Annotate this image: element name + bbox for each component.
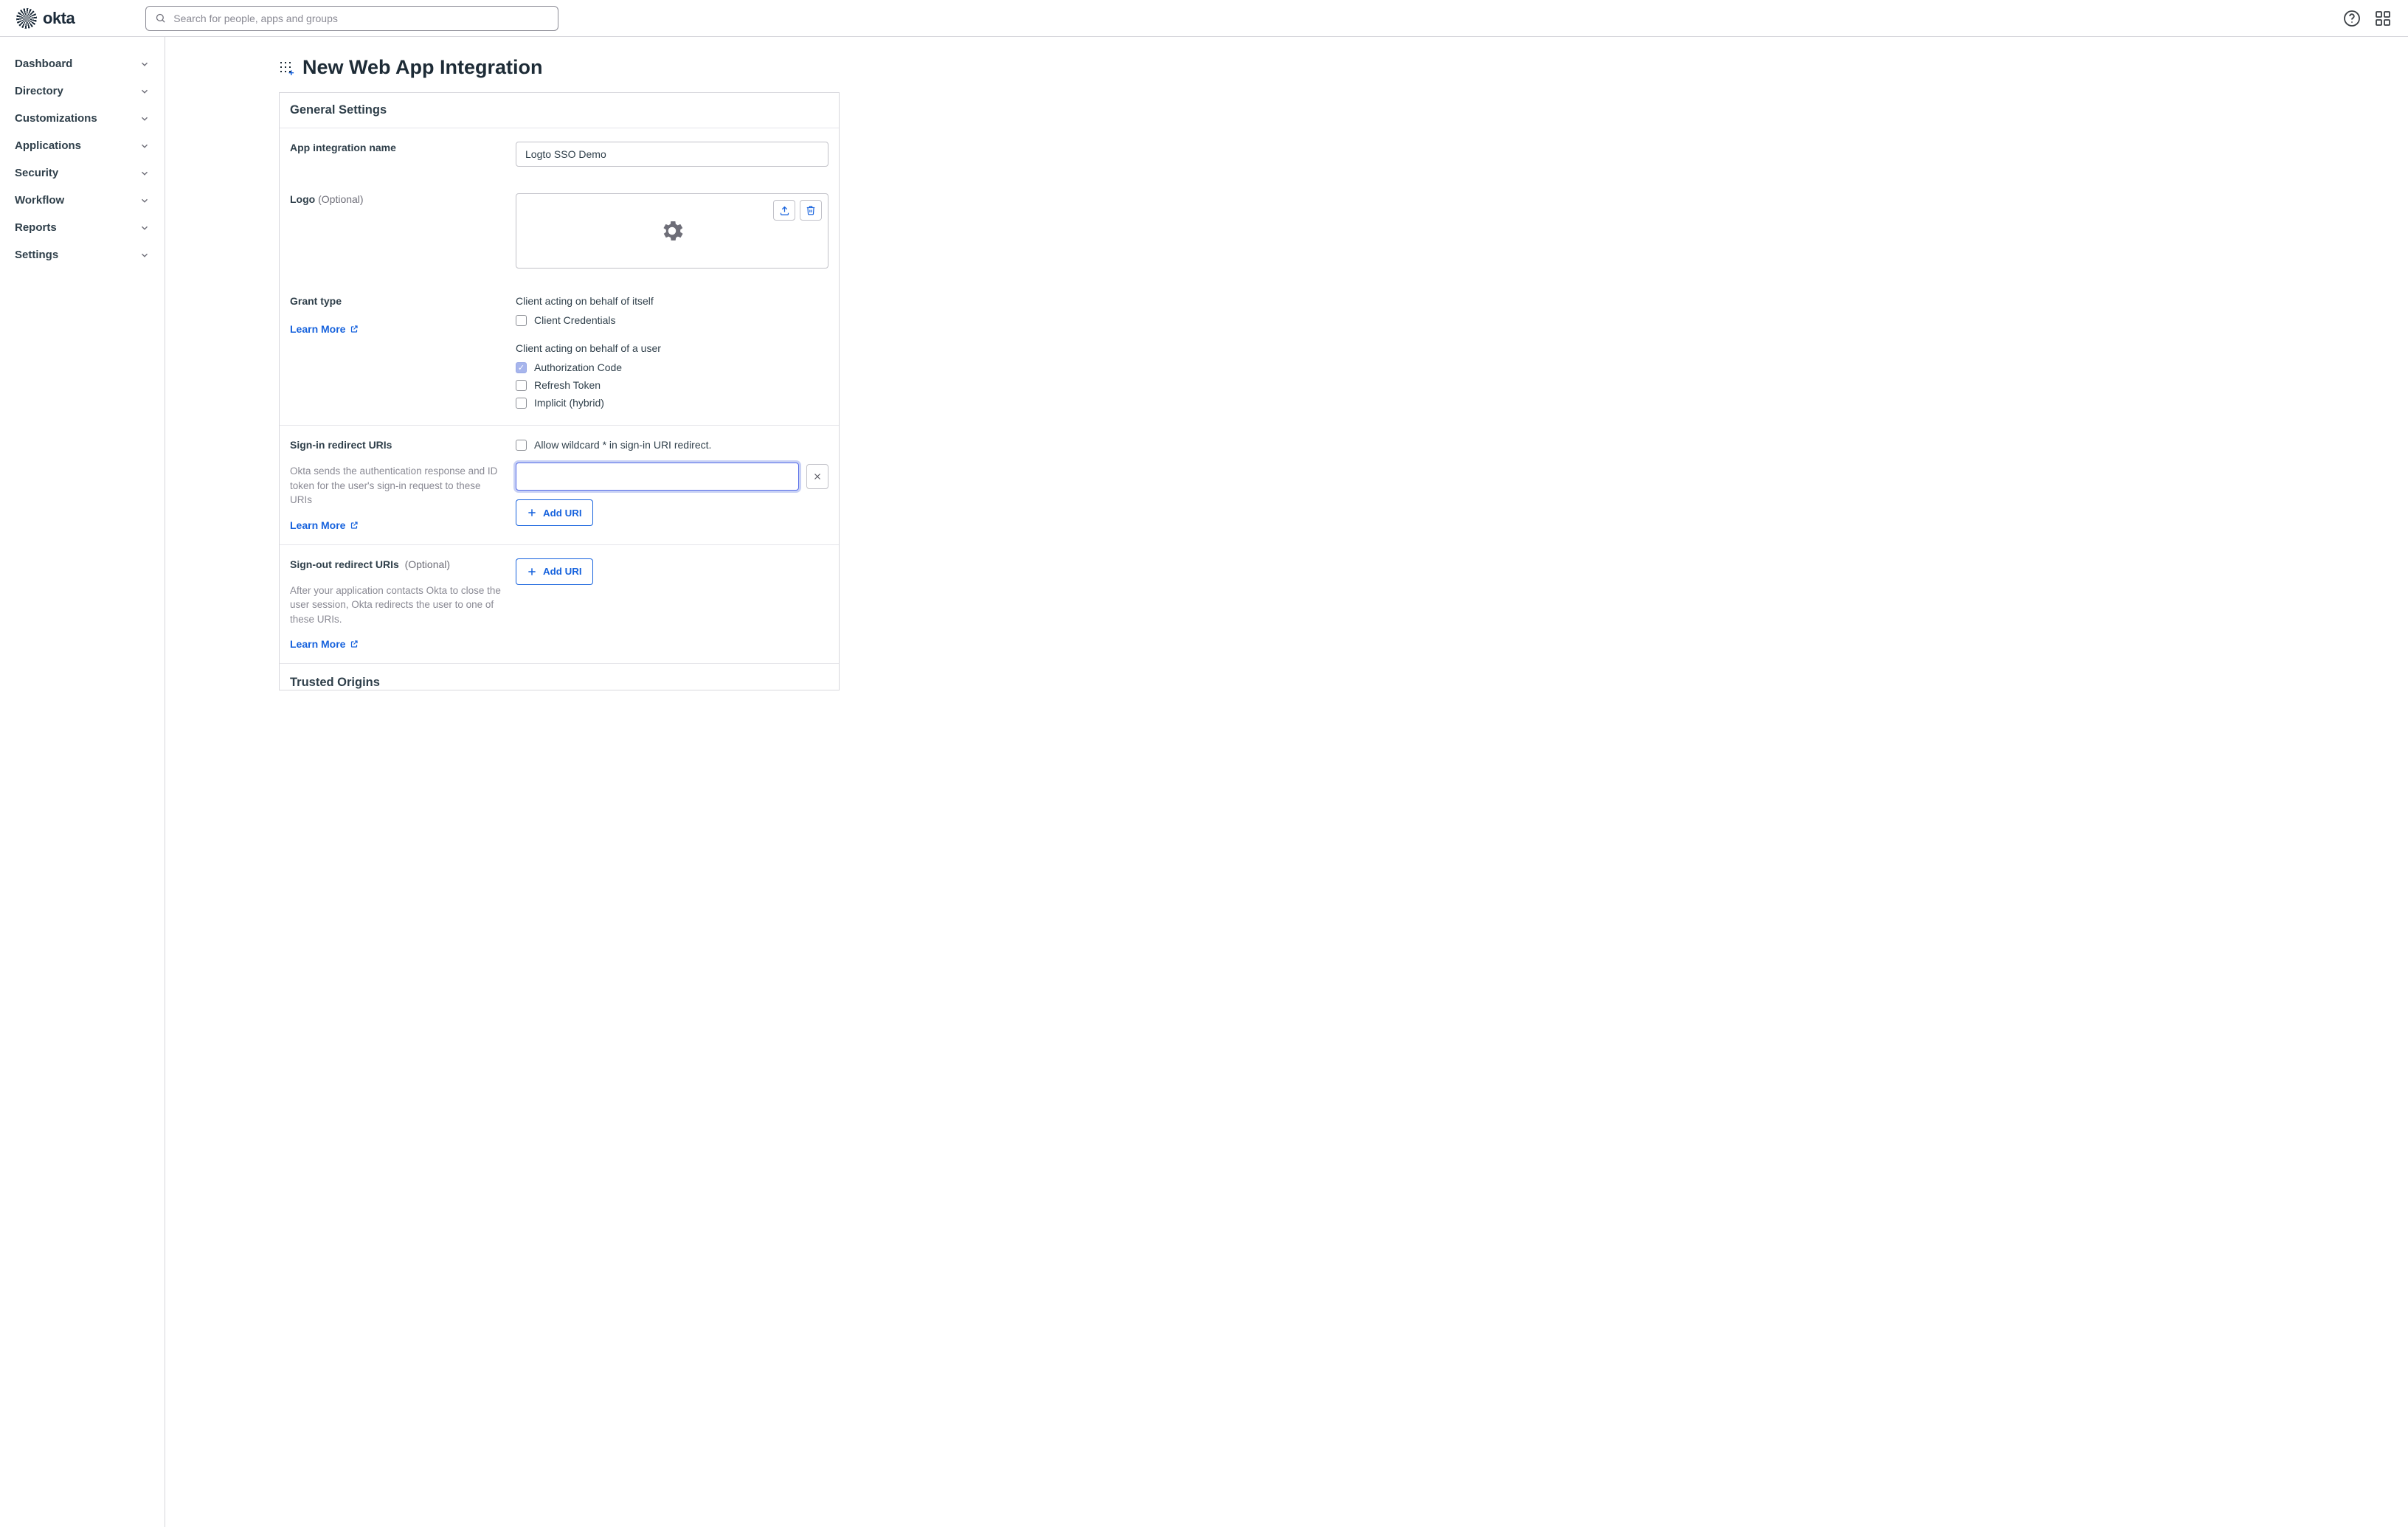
sidebar-item-label: Reports (15, 221, 57, 234)
checkbox-icon (516, 380, 527, 391)
help-icon (2343, 10, 2361, 27)
gear-icon (659, 218, 685, 244)
sidebar-item-label: Security (15, 167, 58, 179)
chevron-down-icon (139, 141, 150, 151)
section-logo: Logo (Optional) (280, 180, 839, 282)
checkbox-icon (516, 440, 527, 451)
apps-grid-button[interactable] (2374, 10, 2392, 27)
chevron-down-icon (139, 86, 150, 97)
logo-preview (516, 193, 828, 269)
checkbox-checked-icon: ✓ (516, 362, 527, 373)
apps-grid-icon (2374, 10, 2392, 27)
chk-authorization-code[interactable]: ✓ Authorization Code (516, 359, 828, 376)
chevron-down-icon (139, 250, 150, 260)
chk-client-credentials[interactable]: Client Credentials (516, 311, 828, 329)
sidebar-item-label: Applications (15, 139, 81, 152)
external-link-icon (350, 325, 359, 333)
sidebar-item-label: Dashboard (15, 58, 72, 70)
search-icon (155, 13, 166, 24)
sidebar-item-security[interactable]: Security (0, 159, 165, 187)
trusted-origins-title: Trusted Origins (280, 663, 839, 690)
close-icon (813, 472, 822, 481)
trash-icon (806, 205, 816, 215)
brand-logo[interactable]: okta (16, 8, 75, 29)
grant-type-label: Grant type (290, 295, 501, 307)
sidebar-item-directory[interactable]: Directory (0, 77, 165, 105)
search-input[interactable] (173, 13, 549, 24)
plus-icon (527, 567, 537, 577)
topbar: okta (0, 0, 2408, 37)
grant-group-self: Client acting on behalf of itself (516, 295, 828, 307)
grant-learn-more-link[interactable]: Learn More (290, 323, 359, 335)
external-link-icon (350, 521, 359, 530)
chk-implicit-hybrid[interactable]: Implicit (hybrid) (516, 394, 828, 412)
chk-allow-wildcard[interactable]: Allow wildcard * in sign-in URI redirect… (516, 439, 828, 454)
sidebar-item-label: Customizations (15, 112, 97, 125)
grant-group-user: Client acting on behalf of a user (516, 342, 828, 354)
signout-learn-more-link[interactable]: Learn More (290, 638, 359, 650)
new-app-icon: + (279, 60, 294, 75)
signin-help: Okta sends the authentication response a… (290, 464, 501, 508)
chk-refresh-token[interactable]: Refresh Token (516, 376, 828, 394)
app-name-input[interactable] (516, 142, 828, 167)
chevron-down-icon (139, 223, 150, 233)
sidebar-item-reports[interactable]: Reports (0, 214, 165, 241)
global-search[interactable] (145, 6, 558, 31)
section-signout-uris: Sign-out redirect URIs (Optional) After … (280, 544, 839, 664)
chevron-down-icon (139, 168, 150, 179)
chevron-down-icon (139, 195, 150, 206)
card-title: General Settings (280, 93, 839, 128)
signout-label: Sign-out redirect URIs (Optional) (290, 558, 501, 570)
signout-add-uri-button[interactable]: Add URI (516, 558, 593, 585)
logo-label: Logo (Optional) (290, 193, 501, 205)
chevron-down-icon (139, 59, 150, 69)
sidebar-item-customizations[interactable]: Customizations (0, 105, 165, 132)
plus-icon (527, 508, 537, 518)
upload-icon (779, 205, 790, 216)
section-app-name: App integration name (280, 128, 839, 180)
signin-uri-input[interactable] (516, 463, 799, 491)
signin-learn-more-link[interactable]: Learn More (290, 519, 359, 531)
logo-upload-button[interactable] (773, 200, 795, 221)
chevron-down-icon (139, 114, 150, 124)
sidebar-item-dashboard[interactable]: Dashboard (0, 50, 165, 77)
signout-help: After your application contacts Okta to … (290, 584, 501, 627)
sidebar-item-workflow[interactable]: Workflow (0, 187, 165, 214)
okta-star-icon (16, 8, 37, 29)
sidebar-item-label: Settings (15, 249, 58, 261)
section-signin-uris: Sign-in redirect URIs Okta sends the aut… (280, 425, 839, 544)
signin-uri-remove-button[interactable] (806, 464, 828, 489)
logo-delete-button[interactable] (800, 200, 822, 221)
signin-label: Sign-in redirect URIs (290, 439, 501, 451)
brand-name: okta (43, 9, 75, 28)
sidebar-item-label: Workflow (15, 194, 64, 207)
signin-add-uri-button[interactable]: Add URI (516, 499, 593, 526)
checkbox-icon (516, 315, 527, 326)
page-title-row: + New Web App Integration (279, 56, 840, 79)
page-title: New Web App Integration (302, 56, 543, 79)
section-grant-type: Grant type Learn More Client acting on b… (280, 282, 839, 425)
sidebar-item-applications[interactable]: Applications (0, 132, 165, 159)
checkbox-icon (516, 398, 527, 409)
external-link-icon (350, 640, 359, 648)
general-settings-card: General Settings App integration name Lo… (279, 92, 840, 690)
app-name-label: App integration name (290, 142, 501, 153)
sidebar: Dashboard Directory Customizations Appli… (0, 37, 165, 1527)
help-button[interactable] (2343, 10, 2361, 27)
sidebar-item-label: Directory (15, 85, 63, 97)
sidebar-item-settings[interactable]: Settings (0, 241, 165, 269)
